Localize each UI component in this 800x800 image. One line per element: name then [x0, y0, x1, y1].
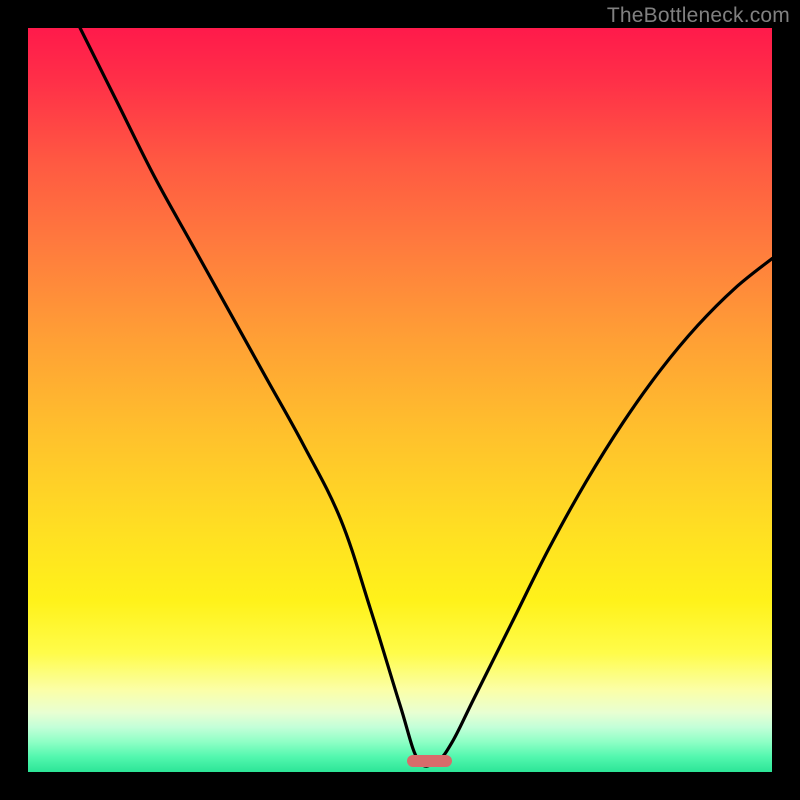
plot-area: [28, 28, 772, 772]
chart-frame: TheBottleneck.com: [0, 0, 800, 800]
minimum-marker: [407, 755, 452, 767]
bottleneck-curve: [28, 28, 772, 772]
watermark-text: TheBottleneck.com: [607, 4, 790, 28]
